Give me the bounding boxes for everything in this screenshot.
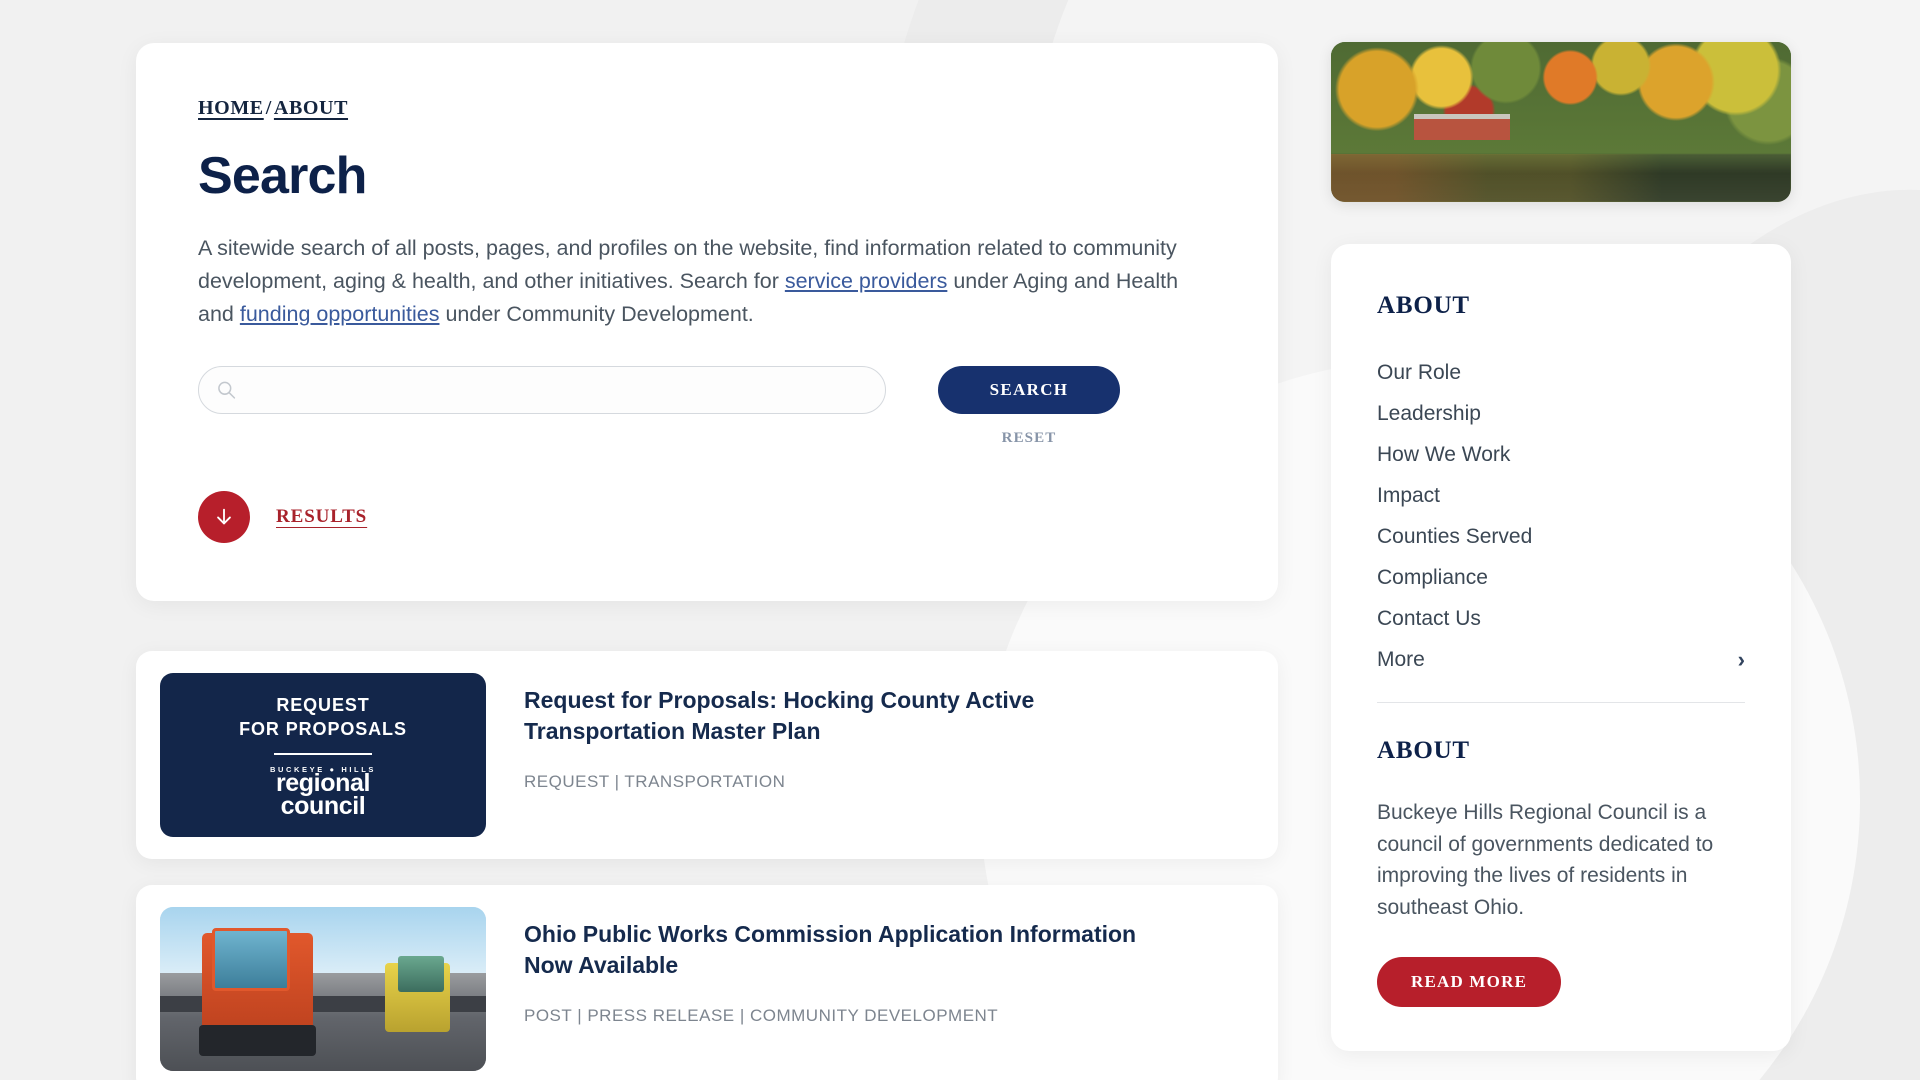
arrow-down-icon[interactable]: [198, 491, 250, 544]
sidebar-item-compliance[interactable]: Compliance: [1377, 557, 1745, 598]
page-intro: A sitewide search of all posts, pages, a…: [198, 232, 1208, 330]
hero-water-reflection: [1331, 154, 1791, 202]
table-row[interactable]: REQUEST FOR PROPOSALS BUCKEYE ● HILLS re…: [136, 651, 1278, 860]
search-input[interactable]: [198, 366, 886, 415]
result-body: Request for Proposals: Hocking County Ac…: [524, 673, 1254, 792]
intro-link-service-providers[interactable]: service providers: [785, 269, 948, 293]
sidebar-hero-image: [1331, 42, 1791, 202]
sidebar-item-label: How We Work: [1377, 442, 1511, 466]
results-link[interactable]: RESULTS: [276, 506, 367, 528]
sidebar-item-leadership[interactable]: Leadership: [1377, 393, 1745, 434]
results-anchor-row: RESULTS: [198, 491, 1216, 544]
search-row: SEARCH RESET: [198, 366, 1216, 447]
hero-covered-bridge: [1413, 114, 1511, 140]
road-roller-drum: [199, 1025, 317, 1057]
breadcrumb-link-about[interactable]: ABOUT: [274, 97, 348, 119]
sidebar-divider: [1377, 702, 1745, 703]
sidebar-item-label: Leadership: [1377, 401, 1481, 425]
road-roller-cab: [212, 928, 291, 991]
sidebar-about-body: Buckeye Hills Regional Council is a coun…: [1377, 801, 1714, 919]
intro-text-3: under Community Development.: [439, 301, 754, 326]
read-more-button[interactable]: READ MORE: [1377, 957, 1562, 1007]
sidebar-item-our-role[interactable]: Our Role: [1377, 352, 1745, 393]
result-title[interactable]: Request for Proposals: Hocking County Ac…: [524, 685, 1164, 746]
result-meta: REQUEST | TRANSPORTATION: [524, 771, 786, 791]
sidebar: ABOUT Our Role Leadership How We Work Im…: [1331, 42, 1791, 1051]
sidebar-item-label: Contact Us: [1377, 606, 1481, 630]
reset-button[interactable]: RESET: [1002, 430, 1057, 447]
sidebar-nav: Our Role Leadership How We Work Impact C…: [1377, 352, 1745, 680]
hero-autumn-trees: [1331, 42, 1791, 161]
sidebar-nav-heading: ABOUT: [1377, 292, 1470, 319]
sidebar-item-label: Impact: [1377, 483, 1441, 507]
table-row[interactable]: Ohio Public Works Commission Application…: [136, 885, 1278, 1080]
rfp-thumb-line1: REQUEST: [276, 694, 370, 715]
results-list: REQUEST FOR PROPOSALS BUCKEYE ● HILLS re…: [136, 651, 1278, 1080]
result-title[interactable]: Ohio Public Works Commission Application…: [524, 919, 1164, 980]
page-title: Search: [198, 147, 367, 205]
page-root: HOME / ABOUT Search A sitewide search of a…: [0, 0, 1920, 1080]
logo-line-council: council: [280, 791, 366, 820]
sidebar-about-heading: ABOUT: [1377, 737, 1470, 764]
sidebar-item-contact-us[interactable]: Contact Us: [1377, 598, 1745, 639]
sidebar-item-counties-served[interactable]: Counties Served: [1377, 516, 1745, 557]
sidebar-item-how-we-work[interactable]: How We Work: [1377, 434, 1745, 475]
sidebar-panel: ABOUT Our Role Leadership How We Work Im…: [1331, 244, 1791, 1051]
sidebar-item-label: Our Role: [1377, 360, 1462, 384]
intro-link-funding-opportunities[interactable]: funding opportunities: [240, 302, 440, 326]
sidebar-item-label: More: [1377, 647, 1425, 671]
result-body: Ohio Public Works Commission Application…: [524, 907, 1254, 1026]
search-field-wrapper: [198, 366, 886, 415]
breadcrumb-link-home[interactable]: HOME: [198, 97, 264, 119]
search-panel: HOME / ABOUT Search A sitewide search of a…: [136, 43, 1278, 602]
search-actions: SEARCH RESET: [938, 366, 1120, 447]
sidebar-item-impact[interactable]: Impact: [1377, 475, 1745, 516]
breadcrumb: HOME / ABOUT: [198, 97, 1216, 120]
breadcrumb-separator: /: [265, 97, 272, 119]
road-roller-far-cab: [398, 956, 444, 993]
result-thumbnail-rfp: REQUEST FOR PROPOSALS BUCKEYE ● HILLS re…: [160, 673, 486, 838]
sidebar-item-label: Counties Served: [1377, 524, 1533, 548]
search-button[interactable]: SEARCH: [938, 366, 1120, 415]
result-thumbnail-road: [160, 907, 486, 1072]
result-meta: POST | PRESS RELEASE | COMMUNITY DEVELOP…: [524, 1005, 999, 1025]
sidebar-item-label: Compliance: [1377, 565, 1488, 589]
rfp-thumb-line2: FOR PROPOSALS: [239, 718, 407, 739]
rfp-thumb-divider: [274, 752, 372, 755]
sidebar-item-more[interactable]: More ›: [1377, 639, 1745, 680]
chevron-right-icon: ›: [1737, 646, 1745, 672]
main-column: HOME / ABOUT Search A sitewide search of a…: [136, 43, 1278, 1080]
